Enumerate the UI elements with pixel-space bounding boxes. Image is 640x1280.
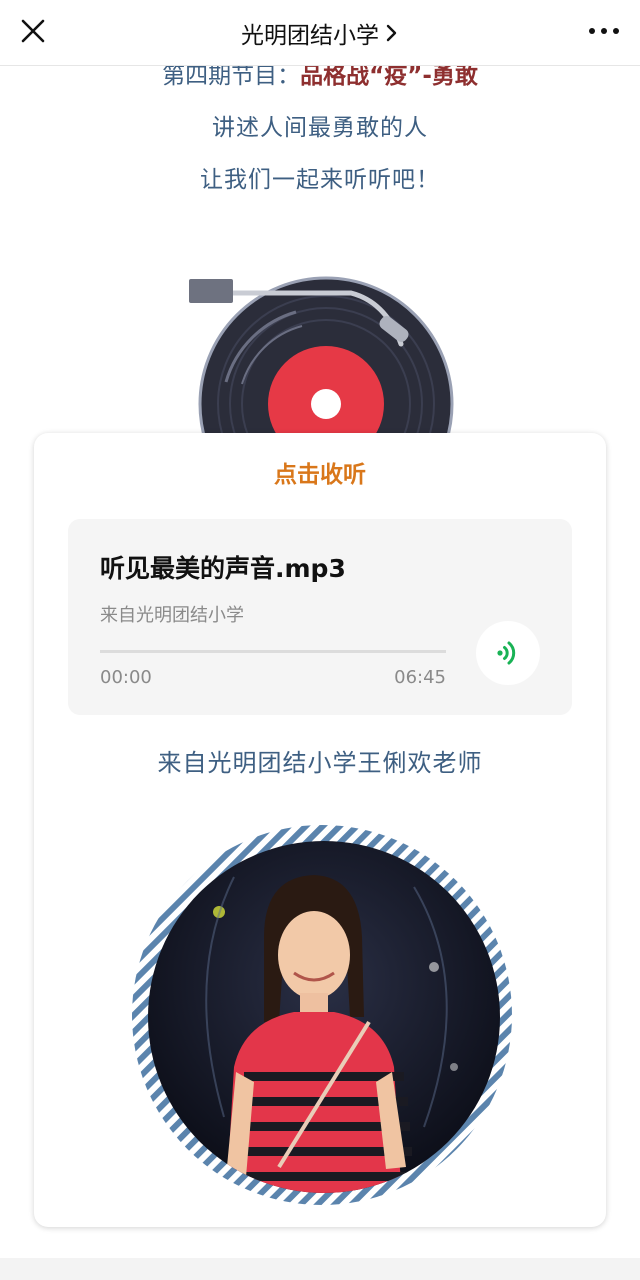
- audio-current-time: 00:00: [100, 667, 152, 688]
- play-button[interactable]: [476, 621, 540, 685]
- audio-player[interactable]: 听见最美的声音.mp3 来自光明团结小学 00:00 06:45: [68, 519, 572, 715]
- account-title-link[interactable]: 光明团结小学: [241, 16, 399, 50]
- close-icon[interactable]: [18, 16, 48, 46]
- teacher-portrait: [132, 825, 512, 1205]
- card-title: 点击收听: [274, 462, 366, 488]
- audio-source: 来自光明团结小学: [100, 605, 244, 626]
- audio-total-time: 06:45: [394, 667, 446, 688]
- top-nav-bar: 光明团结小学: [0, 0, 640, 66]
- more-icon[interactable]: [584, 18, 624, 44]
- content-card: 点击收听 听见最美的声音.mp3 来自光明团结小学 00:00 06:45 来自…: [34, 433, 606, 1227]
- page-title: 光明团结小学: [241, 22, 379, 49]
- chevron-right-icon: [386, 24, 397, 41]
- intro-line-2: 讲述人间最勇敢的人: [212, 115, 428, 141]
- intro-episode-label: 第四期节目：: [162, 63, 301, 89]
- audio-wave-icon: [497, 641, 516, 665]
- teacher-caption: 来自光明团结小学王俐欢老师: [157, 749, 483, 777]
- intro-line-3: 让我们一起来听听吧！: [200, 167, 440, 193]
- intro-text: 第四期节目：品格战“疫”-勇敢 讲述人间最勇敢的人 让我们一起来听听吧！: [0, 58, 640, 214]
- vinyl-record-illustration: [189, 276, 454, 442]
- audio-progress-bar[interactable]: [100, 650, 446, 653]
- bottom-strip: [0, 1258, 640, 1280]
- intro-episode-title: 品格战“疫”-勇敢: [300, 63, 478, 89]
- audio-title: 听见最美的声音.mp3: [100, 554, 346, 583]
